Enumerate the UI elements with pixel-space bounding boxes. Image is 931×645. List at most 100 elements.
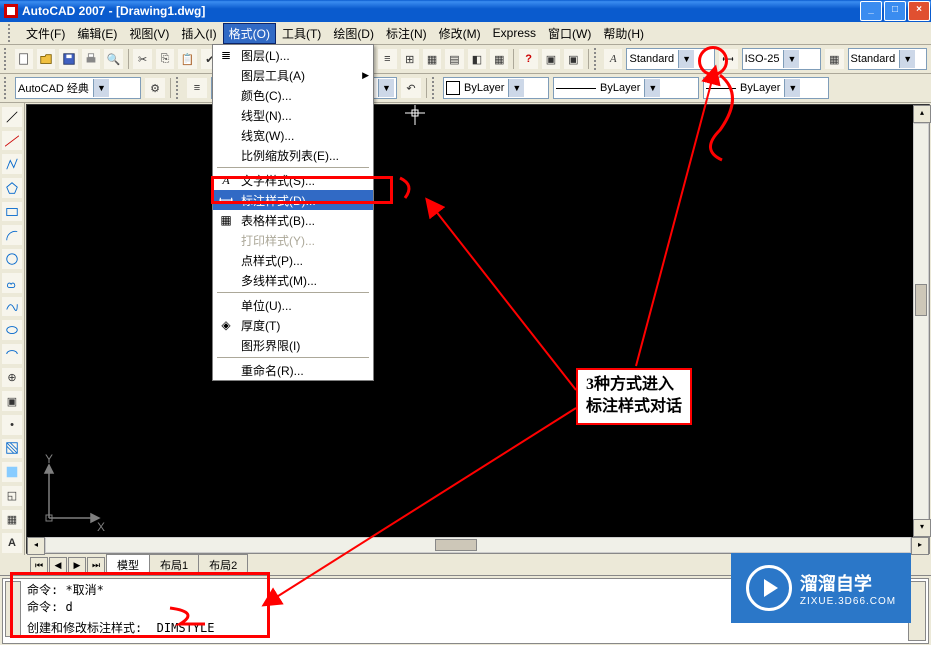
revcloud-icon[interactable] xyxy=(1,272,23,294)
menu-item-dim-style[interactable]: 标注样式(D)... xyxy=(213,190,373,210)
dim-style-combo[interactable]: ISO-25▼ xyxy=(742,48,822,70)
workspace-settings-icon[interactable]: ⚙ xyxy=(144,77,166,99)
hatch-icon[interactable] xyxy=(1,438,23,460)
dim-style-button-icon[interactable] xyxy=(718,48,738,70)
insert-block-icon[interactable]: ⊕ xyxy=(1,367,23,389)
grip-icon xyxy=(4,77,11,99)
cut-icon[interactable]: ✂ xyxy=(132,48,152,70)
thickness-icon: ◈ xyxy=(217,317,235,333)
open-icon[interactable] xyxy=(36,48,56,70)
menu-tools[interactable]: 工具(T) xyxy=(276,23,327,44)
grip-icon xyxy=(594,48,601,70)
menu-item-linetype[interactable]: 线型(N)... xyxy=(213,105,373,125)
design-center-icon[interactable]: ⊞ xyxy=(400,48,420,70)
tab-next-icon[interactable]: ▶ xyxy=(68,557,86,575)
block-edit-icon[interactable]: ▣ xyxy=(563,48,583,70)
menu-draw[interactable]: 绘图(D) xyxy=(327,23,380,44)
region-icon[interactable]: ◱ xyxy=(1,485,23,507)
layer-prev-icon[interactable]: ↶ xyxy=(400,77,422,99)
menu-insert[interactable]: 插入(I) xyxy=(175,23,222,44)
make-block-icon[interactable]: ▣ xyxy=(1,390,23,412)
app-logo-icon xyxy=(4,4,18,18)
close-button[interactable]: × xyxy=(908,1,930,21)
copy-icon[interactable]: ⎘ xyxy=(155,48,175,70)
table-icon[interactable]: ▦ xyxy=(1,509,23,531)
arc-icon[interactable] xyxy=(1,224,23,246)
print-icon[interactable] xyxy=(81,48,101,70)
horizontal-scrollbar[interactable]: ◂ ▸ xyxy=(27,537,929,553)
menu-item-limits[interactable]: 图形界限(I) xyxy=(213,335,373,355)
gradient-icon[interactable] xyxy=(1,461,23,483)
format-dropdown-menu: ≣图层(L)... 图层工具(A)▶ 颜色(C)... 线型(N)... 线宽(… xyxy=(212,44,374,381)
menu-help[interactable]: 帮助(H) xyxy=(597,23,650,44)
pline-icon[interactable] xyxy=(1,153,23,175)
menu-item-layer[interactable]: ≣图层(L)... xyxy=(213,45,373,65)
text-style-combo[interactable]: Standard▼ xyxy=(626,48,715,70)
point-icon[interactable]: • xyxy=(1,414,23,436)
calc-icon[interactable]: ▦ xyxy=(489,48,509,70)
menu-item-thickness[interactable]: ◈厚度(T) xyxy=(213,315,373,335)
tab-last-icon[interactable]: ⏭ xyxy=(87,557,105,575)
menu-window[interactable]: 窗口(W) xyxy=(542,23,597,44)
lineweight-combo[interactable]: ByLayer▼ xyxy=(703,77,829,99)
minimize-button[interactable]: _ xyxy=(860,1,882,21)
menu-item-table-style[interactable]: ▦表格样式(B)... xyxy=(213,210,373,230)
grip-icon xyxy=(432,77,439,99)
play-icon xyxy=(746,565,792,611)
maximize-button[interactable]: □ xyxy=(884,1,906,21)
table-style-combo[interactable]: Standard▼ xyxy=(848,48,928,70)
main-area: ⊕ ▣ • ◱ ▦ A Y X ▴ ▾ ◂ ▸ xyxy=(0,103,931,555)
text-style-button-icon[interactable]: A xyxy=(603,48,623,70)
tab-model[interactable]: 模型 xyxy=(106,554,150,575)
markup-icon[interactable]: ◧ xyxy=(467,48,487,70)
tab-layout2[interactable]: 布局2 xyxy=(198,554,248,575)
menu-dimension[interactable]: 标注(N) xyxy=(380,23,433,44)
help-icon[interactable]: ? xyxy=(518,48,538,70)
tool-palette-icon[interactable]: ▦ xyxy=(422,48,442,70)
rectangle-icon[interactable] xyxy=(1,201,23,223)
layer-props-icon[interactable]: ≡ xyxy=(186,77,208,99)
tab-first-icon[interactable]: ⏮ xyxy=(30,557,48,575)
polygon-icon[interactable] xyxy=(1,177,23,199)
mtext-icon[interactable]: A xyxy=(1,532,23,554)
workspace-combo[interactable]: AutoCAD 经典▼ xyxy=(15,77,141,99)
menu-item-point-style[interactable]: 点样式(P)... xyxy=(213,250,373,270)
new-icon[interactable] xyxy=(14,48,34,70)
cmd-grip-icon[interactable] xyxy=(5,581,21,637)
menu-file[interactable]: 文件(F) xyxy=(20,23,71,44)
plot-preview-icon[interactable]: 🔍 xyxy=(103,48,123,70)
menu-item-scale-list[interactable]: 比例缩放列表(E)... xyxy=(213,145,373,165)
sheet-set-icon[interactable]: ▤ xyxy=(444,48,464,70)
paste-icon[interactable]: 📋 xyxy=(177,48,197,70)
menu-edit[interactable]: 编辑(E) xyxy=(71,23,123,44)
ucs-icon: Y X xyxy=(37,453,107,533)
menu-express[interactable]: Express xyxy=(487,24,542,42)
tab-layout1[interactable]: 布局1 xyxy=(149,554,199,575)
menu-item-mline-style[interactable]: 多线样式(M)... xyxy=(213,270,373,290)
menu-item-units[interactable]: 单位(U)... xyxy=(213,295,373,315)
ellipse-arc-icon[interactable] xyxy=(1,343,23,365)
xline-icon[interactable] xyxy=(1,130,23,152)
menu-item-rename[interactable]: 重命名(R)... xyxy=(213,360,373,380)
menu-item-text-style[interactable]: A文字样式(S)... xyxy=(213,170,373,190)
block-icon[interactable]: ▣ xyxy=(541,48,561,70)
table-style-button-icon[interactable]: ▦ xyxy=(824,48,844,70)
tab-prev-icon[interactable]: ◀ xyxy=(49,557,67,575)
menu-item-color[interactable]: 颜色(C)... xyxy=(213,85,373,105)
properties-icon[interactable]: ≡ xyxy=(377,48,397,70)
ellipse-icon[interactable] xyxy=(1,319,23,341)
menu-view[interactable]: 视图(V) xyxy=(123,23,175,44)
spline-icon[interactable] xyxy=(1,296,23,318)
crosshair-cursor-icon xyxy=(405,105,445,145)
menu-format[interactable]: 格式(O) xyxy=(223,23,276,44)
line-icon[interactable] xyxy=(1,106,23,128)
linetype-combo[interactable]: ByLayer▼ xyxy=(553,77,699,99)
vertical-scrollbar[interactable]: ▴ ▾ xyxy=(913,105,929,537)
menu-item-lineweight[interactable]: 线宽(W)... xyxy=(213,125,373,145)
save-icon[interactable] xyxy=(58,48,78,70)
drawing-area[interactable]: Y X ▴ ▾ ◂ ▸ xyxy=(26,104,930,554)
color-combo[interactable]: ByLayer▼ xyxy=(443,77,549,99)
menu-modify[interactable]: 修改(M) xyxy=(433,23,487,44)
circle-icon[interactable] xyxy=(1,248,23,270)
menu-item-layer-tools[interactable]: 图层工具(A)▶ xyxy=(213,65,373,85)
